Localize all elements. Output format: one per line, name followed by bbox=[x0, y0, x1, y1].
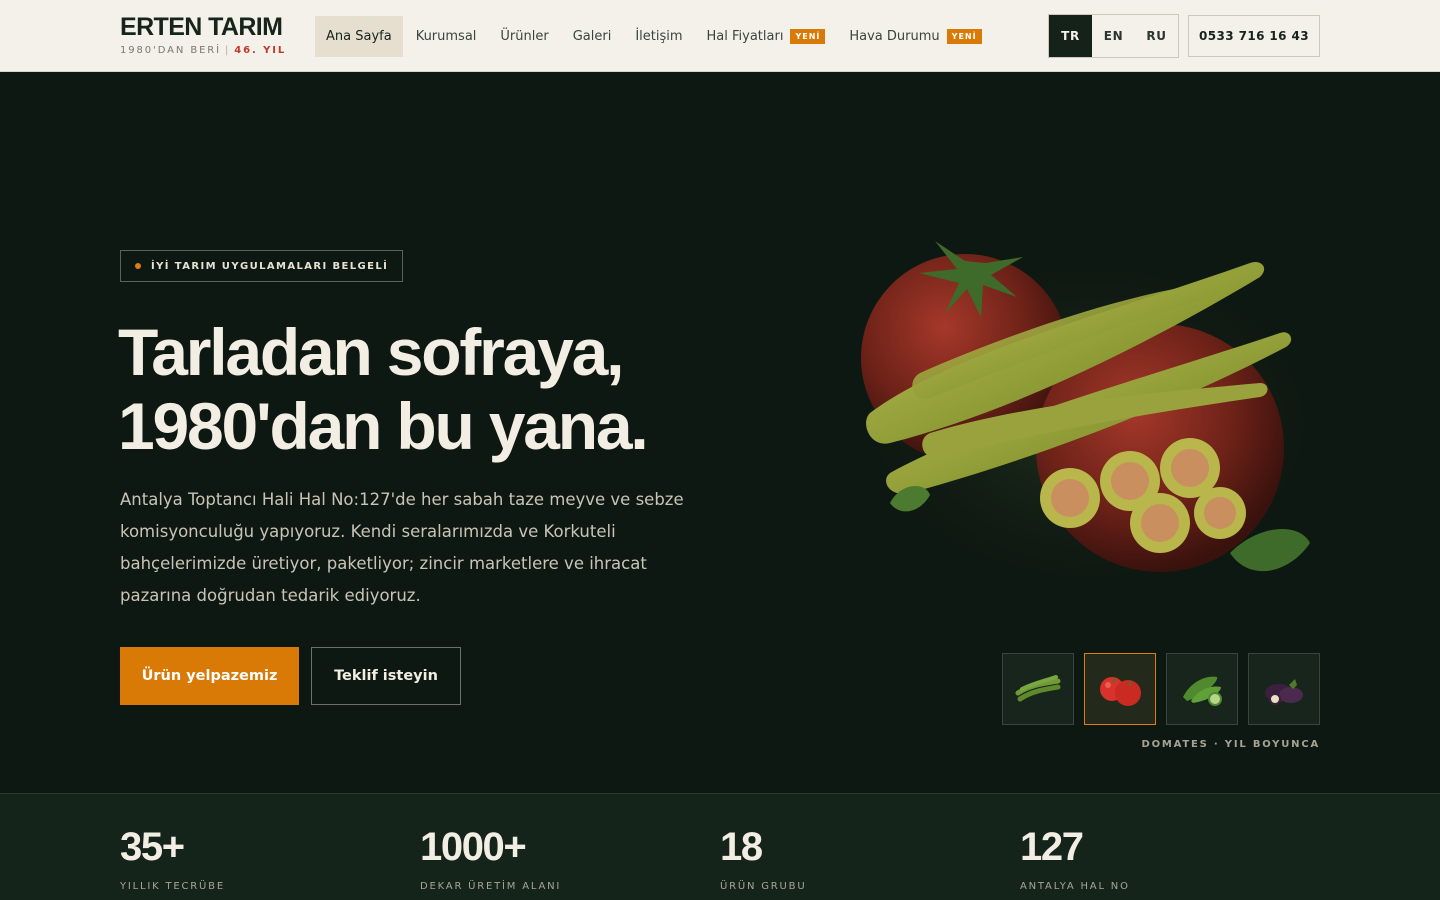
stat-label: ÜRÜN GRUBU bbox=[720, 881, 807, 892]
stat-item: 1000+ DEKAR ÜRETİM ALANI bbox=[420, 824, 700, 892]
nav-item-label: Hal Fiyatları bbox=[706, 29, 784, 44]
hero-lead: Antalya Toptancı Hali Hal No:127'de her … bbox=[120, 490, 684, 605]
brand-logo[interactable]: ERTEN TARIM 1980'DAN BERİ | 46. YIL bbox=[120, 14, 286, 57]
quote-button[interactable]: Teklif isteyin bbox=[311, 647, 461, 705]
nav-item-market-prices[interactable]: Hal Fiyatları YENİ bbox=[696, 16, 837, 57]
cucumber-icon bbox=[1183, 676, 1222, 706]
stat-label: YILLIK TECRÜBE bbox=[120, 881, 225, 892]
nav-item-label: Kurumsal bbox=[415, 29, 477, 44]
stat-value: 35+ bbox=[120, 825, 185, 869]
thumbnail-caption: DOMATES · YIL BOYUNCA bbox=[1141, 739, 1320, 750]
new-badge: YENİ bbox=[790, 29, 826, 44]
nav-item-label: Hava Durumu bbox=[849, 29, 940, 44]
lang-tr-button[interactable]: TR bbox=[1049, 15, 1092, 57]
certificate-badge: İYİ TARIM UYGULAMALARI BELGELİ bbox=[120, 250, 404, 282]
thumb-eggplant[interactable] bbox=[1248, 653, 1320, 725]
brand-name: ERTEN TARIM bbox=[120, 13, 283, 41]
product-thumbnails bbox=[1002, 653, 1320, 725]
stat-value: 1000+ bbox=[420, 825, 527, 869]
nav-item-weather[interactable]: Hava Durumu YENİ bbox=[838, 16, 992, 57]
stat-item: 127 ANTALYA HAL NO bbox=[1020, 824, 1300, 892]
brand-year: 46. YIL bbox=[234, 45, 287, 56]
nav-item-label: Ürünler bbox=[500, 29, 549, 44]
hero-headline: Tarladan sofraya, 1980'dan bu yana. bbox=[118, 315, 758, 463]
nav-item-contact[interactable]: İletişim bbox=[624, 16, 693, 57]
hero-section: İYİ TARIM UYGULAMALARI BELGELİ Tarladan … bbox=[0, 73, 1440, 793]
certificate-text: İYİ TARIM UYGULAMALARI BELGELİ bbox=[151, 260, 389, 272]
phone-button[interactable]: 0533 716 16 43 bbox=[1188, 15, 1320, 57]
headline-line-2: 1980'dan bu yana. bbox=[118, 389, 649, 463]
site-header: ERTEN TARIM 1980'DAN BERİ | 46. YIL Ana Sa… bbox=[0, 0, 1440, 72]
stat-value: 127 bbox=[1020, 825, 1084, 869]
stat-label: ANTALYA HAL NO bbox=[1020, 881, 1130, 892]
brand-since: 1980'DAN BERİ bbox=[120, 45, 221, 56]
nav-item-home[interactable]: Ana Sayfa bbox=[315, 16, 403, 57]
stats-section: 35+ YILLIK TECRÜBE 1000+ DEKAR ÜRETİM AL… bbox=[0, 793, 1440, 900]
nav-item-label: Ana Sayfa bbox=[326, 29, 392, 44]
language-switcher: TR EN RU bbox=[1048, 14, 1179, 58]
lang-en-button[interactable]: EN bbox=[1092, 15, 1135, 57]
tomato-icon bbox=[1100, 677, 1141, 706]
green-bean-icon bbox=[1015, 675, 1061, 702]
dot-icon bbox=[135, 263, 141, 269]
nav-item-corporate[interactable]: Kurumsal bbox=[405, 16, 488, 57]
stat-label: DEKAR ÜRETİM ALANI bbox=[420, 881, 562, 892]
thumb-cucumber[interactable] bbox=[1166, 653, 1238, 725]
thumb-tomato[interactable] bbox=[1084, 653, 1156, 725]
main-nav: Ana Sayfa Kurumsal Ürünler Galeri İletiş… bbox=[315, 16, 995, 57]
stat-item: 35+ YILLIK TECRÜBE bbox=[120, 824, 400, 892]
brand-tagline: 1980'DAN BERİ | 46. YIL bbox=[120, 45, 286, 57]
thumb-green-bean[interactable] bbox=[1002, 653, 1074, 725]
brand-separator: | bbox=[225, 45, 231, 56]
stat-value: 18 bbox=[720, 825, 763, 869]
lang-ru-button[interactable]: RU bbox=[1135, 15, 1178, 57]
tomato-pepper-illustration bbox=[840, 241, 1340, 603]
nav-item-products[interactable]: Ürünler bbox=[489, 16, 559, 57]
nav-item-gallery[interactable]: Galeri bbox=[562, 16, 623, 57]
headline-line-1: Tarladan sofraya, bbox=[118, 315, 624, 389]
nav-item-label: Galeri bbox=[572, 29, 612, 44]
nav-item-label: İletişim bbox=[635, 29, 683, 44]
eggplant-icon bbox=[1265, 679, 1303, 705]
products-button[interactable]: Ürün yelpazemiz bbox=[120, 647, 299, 705]
new-badge: YENİ bbox=[946, 29, 982, 44]
stat-item: 18 ÜRÜN GRUBU bbox=[720, 824, 1000, 892]
